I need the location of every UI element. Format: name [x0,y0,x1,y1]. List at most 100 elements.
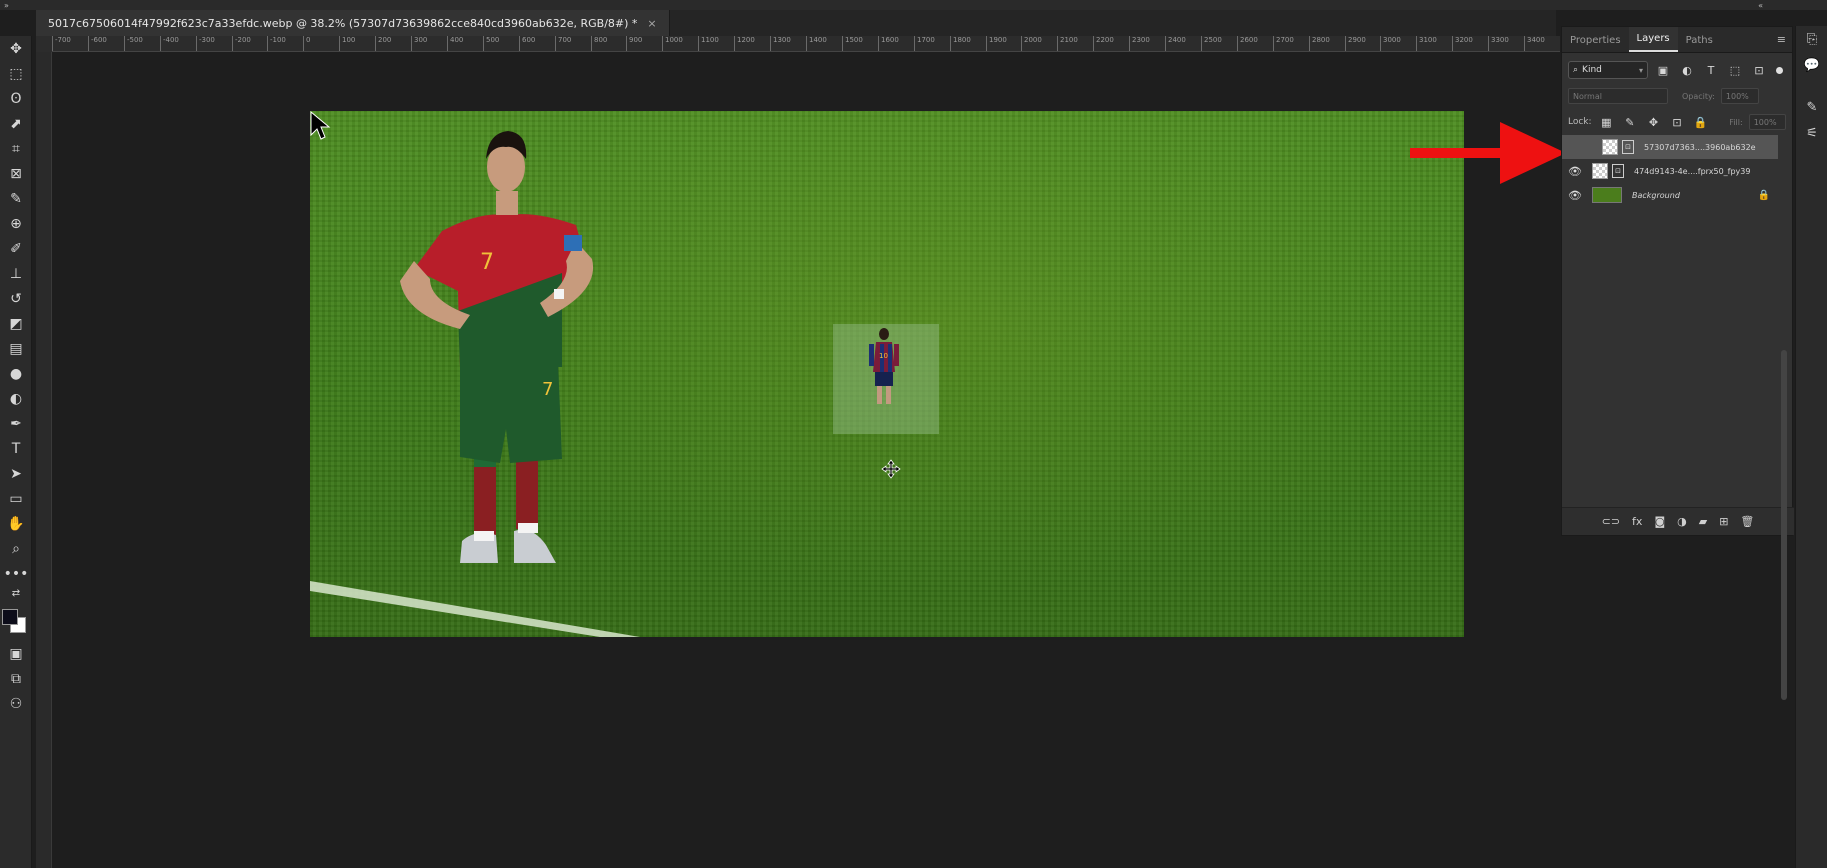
pen-tool-icon[interactable]: ✒ [0,411,32,436]
healing-tool-icon[interactable]: ⊕ [0,211,32,236]
blur-tool-icon[interactable]: ● [0,361,32,386]
layer-name[interactable]: 474d9143-4e....fprx50_fpy39 [1634,167,1750,176]
lock-artboard-icon[interactable]: ⊡ [1668,116,1686,129]
chevron-down-icon: ▾ [1638,65,1643,75]
panel-menu-icon[interactable]: ≡ [1777,33,1786,46]
lock-all-icon[interactable]: 🔒 [1692,116,1710,129]
fx-icon[interactable]: fx [1632,515,1642,528]
ruler-tick: 3200 [1452,36,1473,51]
layer-name[interactable]: 57307d7363....3960ab632e [1644,143,1756,152]
smart-object-icon: ⊡ [1612,164,1624,178]
lock-image-icon[interactable]: ✎ [1621,116,1639,129]
tab-paths[interactable]: Paths [1678,29,1721,52]
adjustment-layer-icon[interactable]: ◑ [1677,515,1687,528]
object-select-tool-icon[interactable]: ⬈ [0,111,32,136]
brush-tool-icon[interactable]: ✐ [0,236,32,261]
horizontal-ruler[interactable]: -700 -600 -500 -400 -300 -200 -100 0 100 200 300 40… [52,36,1560,52]
move-tool-icon[interactable]: ✥ [0,36,32,61]
tab-properties[interactable]: Properties [1562,29,1629,52]
fill-input[interactable]: 100% [1748,114,1786,130]
blend-mode-select[interactable]: Normal [1568,88,1668,104]
top-strip: » « [0,0,1827,10]
pitch-line [310,581,640,637]
delete-layer-icon[interactable]: 🗑 [1740,515,1754,528]
lock-transparent-icon[interactable]: ▦ [1598,116,1616,129]
comments-icon[interactable]: 💬 [1796,52,1827,78]
hand-tool-icon[interactable]: ✋ [0,511,32,536]
filter-adjustment-icon[interactable]: ◐ [1678,64,1696,77]
vertical-ruler[interactable] [36,52,52,868]
filter-type-icon[interactable]: T [1702,64,1720,77]
ruler-tick: 1000 [662,36,683,51]
layer-lock-icon[interactable]: 🔒 [1758,190,1770,201]
lock-label: Lock: [1568,117,1592,127]
visibility-eye-icon[interactable]: 👁 [1568,189,1582,202]
document-tab[interactable]: 5017c67506014f47992f623c7a33efdc.webp @ … [36,10,670,36]
layer-row[interactable]: 👁 ⊡ 474d9143-4e....fprx50_fpy39 [1562,159,1792,183]
visibility-eye-icon[interactable]: 👁 [1568,165,1582,178]
path-select-tool-icon[interactable]: ➤ [0,461,32,486]
history-panel-icon[interactable]: ⎘ [1796,26,1827,52]
filter-smart-object-icon[interactable]: ⊡ [1750,64,1768,77]
collapse-toolbar-toggle[interactable]: » [4,1,9,10]
marquee-tool-icon[interactable]: ⬚ [0,61,32,86]
ruler-tick: 2300 [1129,36,1150,51]
collapse-panels-toggle[interactable]: « [1758,1,1763,10]
close-tab-icon[interactable]: × [647,17,656,30]
filter-pixel-icon[interactable]: ▣ [1654,64,1672,77]
eraser-tool-icon[interactable]: ◩ [0,311,32,336]
ruler-tick: 1700 [914,36,935,51]
eyedropper-tool-icon[interactable]: ✎ [0,186,32,211]
tools-panel: ✥ ⬚ ʘ ⬈ ⌗ ⊠ ✎ ⊕ ✐ ⊥ ↺ ◩ ▤ ● ◐ ✒ T ➤ ▭ ✋ ⌕ ••• ⇄ ▣ ⧉ ⚇ [0,36,32,868]
dodge-tool-icon[interactable]: ◐ [0,386,32,411]
ruler-tick: 500 [483,36,499,51]
filter-kind-select[interactable]: ⌕ Kind ▾ [1568,61,1648,79]
document-tab-title: 5017c67506014f47992f623c7a33efdc.webp @ … [48,16,638,30]
document-canvas[interactable]: 7 7 10 [310,111,1464,637]
link-layers-icon[interactable]: ⊂⊃ [1602,515,1620,528]
type-tool-icon[interactable]: T [0,436,32,461]
svg-text:10: 10 [879,352,888,360]
opacity-label: Opacity: [1682,91,1715,101]
ruler-tick: 1300 [770,36,791,51]
swap-colors-icon[interactable]: ⇄ [0,586,32,601]
photoshop-window: » « ✥ ⬚ ʘ ⬈ ⌗ ⊠ ✎ ⊕ ✐ ⊥ ↺ ◩ ▤ ● ◐ ✒ T ➤ ▭ ✋ ⌕ ••• ⇄ ▣ ⧉ ⚇ 5017c67… [0,0,1827,868]
layer-name[interactable]: Background [1632,191,1680,200]
ruler-tick: 2700 [1273,36,1294,51]
quick-mask-icon[interactable]: ▣ [0,641,32,666]
new-group-icon[interactable]: ▰ [1699,515,1707,528]
crop-tool-icon[interactable]: ⌗ [0,136,32,161]
lock-row: Lock: ▦ ✎ ✥ ⊡ 🔒 Fill: 100% [1562,109,1792,135]
new-layer-icon[interactable]: ⊞ [1719,515,1728,528]
ruler-origin[interactable] [36,36,52,52]
stamp-tool-icon[interactable]: ⊥ [0,261,32,286]
layer-row[interactable]: 👁 Background 🔒 [1562,183,1792,207]
selected-small-layer[interactable]: 10 [833,324,939,434]
lasso-tool-icon[interactable]: ʘ [0,86,32,111]
panel-scrollbar[interactable] [1781,350,1787,700]
filter-toggle-icon[interactable] [1776,66,1783,74]
lock-position-icon[interactable]: ✥ [1645,116,1663,129]
tab-layers[interactable]: Layers [1628,27,1678,52]
svg-text:7: 7 [480,250,494,275]
ruler-tick: -600 [88,36,107,51]
shape-tool-icon[interactable]: ▭ [0,486,32,511]
more-tools-icon[interactable]: ••• [0,561,32,586]
zoom-tool-icon[interactable]: ⌕ [0,536,32,561]
adjustments-panel-icon[interactable]: ⚟ [1796,120,1827,146]
brushes-panel-icon[interactable]: ✎ [1796,94,1827,120]
layer-row[interactable]: 👁 ⊡ 57307d7363....3960ab632e [1562,135,1778,159]
opacity-input[interactable]: 100% [1720,88,1759,104]
share-icon[interactable]: ⚇ [0,691,32,716]
screen-mode-icon[interactable]: ⧉ [0,666,32,691]
history-brush-tool-icon[interactable]: ↺ [0,286,32,311]
filter-shape-icon[interactable]: ⬚ [1726,64,1744,77]
ruler-tick: 2000 [1021,36,1042,51]
add-mask-icon[interactable]: ◙ [1654,515,1665,528]
annotation-arrow-icon [1410,122,1566,184]
canvas-area[interactable]: 7 7 10 [52,52,1560,868]
gradient-tool-icon[interactable]: ▤ [0,336,32,361]
frame-tool-icon[interactable]: ⊠ [0,161,32,186]
ruler-tick: 100 [339,36,355,51]
foreground-color-swatch[interactable] [2,609,18,625]
